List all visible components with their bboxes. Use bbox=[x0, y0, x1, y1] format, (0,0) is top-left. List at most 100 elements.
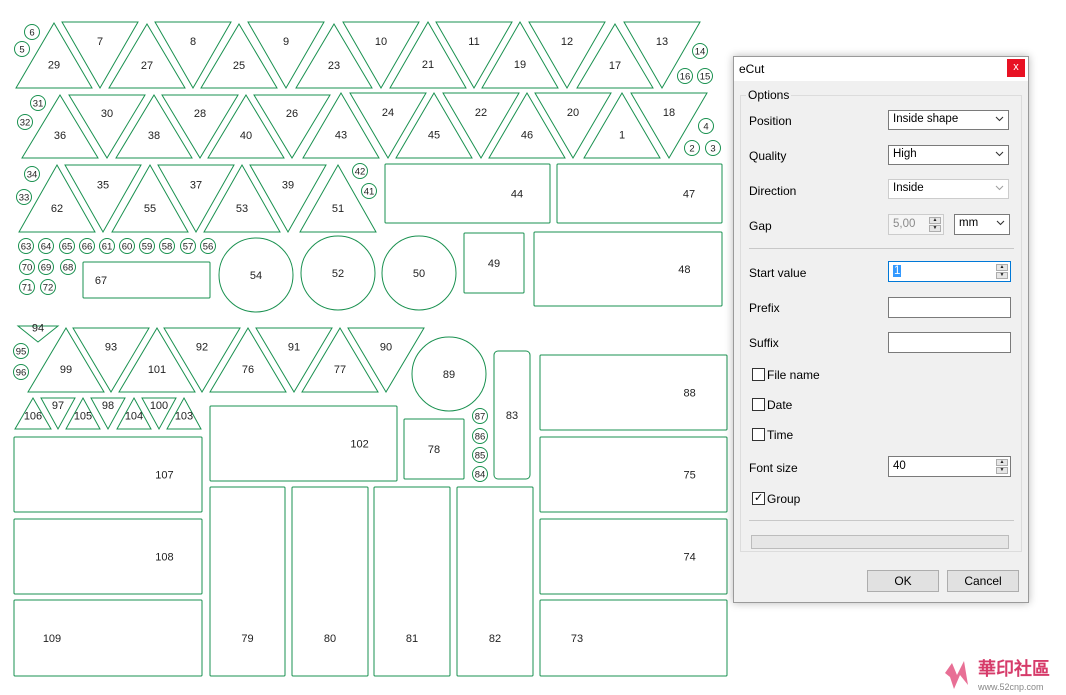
time-label: Time bbox=[767, 428, 794, 442]
shape-label: 17 bbox=[609, 60, 621, 72]
chevron-down-icon bbox=[996, 220, 1005, 226]
cut-shape[interactable] bbox=[539, 354, 728, 431]
small-circle-label: 6 bbox=[29, 28, 34, 39]
cut-shape[interactable] bbox=[61, 21, 139, 90]
start-up-icon[interactable]: ▲ bbox=[996, 264, 1008, 271]
group-label: Group bbox=[767, 492, 801, 506]
time-checkbox[interactable] bbox=[752, 428, 765, 441]
shape-label: 82 bbox=[489, 633, 501, 645]
small-circle-label: 66 bbox=[82, 242, 93, 253]
shape-label: 67 bbox=[95, 275, 107, 287]
start-down-icon[interactable]: ▼ bbox=[996, 272, 1008, 279]
shape-label: 8 bbox=[190, 36, 196, 48]
cut-shape[interactable] bbox=[539, 599, 728, 677]
small-circle-label: 71 bbox=[22, 283, 33, 294]
gap-value: 5,00 bbox=[893, 218, 916, 230]
small-circle-label: 60 bbox=[122, 242, 133, 253]
direction-label: Direction bbox=[749, 184, 797, 198]
gap-up-icon[interactable]: ▲ bbox=[929, 217, 941, 224]
ecut-dialog: eCut x Options Position Inside shape Qua… bbox=[733, 56, 1029, 603]
cut-shape[interactable] bbox=[154, 21, 232, 90]
font-size-down-icon[interactable]: ▼ bbox=[996, 467, 1008, 474]
small-circle-label: 63 bbox=[21, 242, 32, 253]
progress-bar bbox=[751, 535, 1009, 549]
shape-label: 47 bbox=[683, 189, 695, 201]
prefix-input[interactable] bbox=[888, 297, 1011, 318]
shape-label: 75 bbox=[683, 470, 695, 482]
cut-shape[interactable] bbox=[295, 23, 373, 89]
small-circle-label: 32 bbox=[20, 118, 31, 129]
cut-shape[interactable] bbox=[528, 21, 606, 90]
cut-shape[interactable] bbox=[291, 486, 369, 677]
cut-shape[interactable] bbox=[384, 163, 551, 224]
cancel-button[interactable]: Cancel bbox=[947, 570, 1019, 592]
gap-down-icon[interactable]: ▼ bbox=[929, 225, 941, 232]
start-value-stepper[interactable]: 1 ▲ ▼ bbox=[888, 261, 1011, 282]
dialog-title: eCut bbox=[739, 62, 765, 76]
shape-label: 7 bbox=[97, 36, 103, 48]
shape-label: 44 bbox=[511, 189, 523, 201]
cut-shape[interactable] bbox=[539, 518, 728, 595]
cut-shape[interactable] bbox=[27, 327, 105, 393]
cut-shape[interactable] bbox=[576, 23, 654, 89]
logo-mark-icon bbox=[945, 661, 968, 689]
small-circle-label: 58 bbox=[162, 242, 173, 253]
small-circle-label: 85 bbox=[475, 451, 486, 462]
cut-shape[interactable] bbox=[209, 405, 398, 482]
small-circle-label: 86 bbox=[475, 432, 486, 443]
position-value: Inside shape bbox=[893, 113, 959, 125]
cut-shape[interactable] bbox=[209, 486, 286, 677]
cut-shape[interactable] bbox=[533, 231, 723, 307]
quality-select[interactable]: High bbox=[888, 145, 1009, 165]
gap-stepper[interactable]: 5,00 ▲ ▼ bbox=[888, 214, 944, 235]
shape-label: 94 bbox=[32, 323, 44, 335]
date-checkbox[interactable] bbox=[752, 398, 765, 411]
font-size-value: 40 bbox=[893, 460, 906, 472]
file-name-checkbox[interactable] bbox=[752, 368, 765, 381]
cut-shape[interactable] bbox=[108, 23, 186, 89]
group-checkbox[interactable]: ✓ bbox=[752, 492, 765, 505]
cut-shape[interactable] bbox=[342, 21, 420, 90]
suffix-input[interactable] bbox=[888, 332, 1011, 353]
cut-shape[interactable] bbox=[583, 92, 661, 159]
shape-label: 25 bbox=[233, 60, 245, 72]
quality-value: High bbox=[893, 148, 917, 160]
cut-shape[interactable] bbox=[539, 436, 728, 513]
cut-shape[interactable] bbox=[556, 163, 723, 224]
close-button[interactable]: x bbox=[1007, 59, 1025, 77]
watermark-url: www.52cnp.com bbox=[977, 682, 1044, 692]
shape-label: 54 bbox=[250, 270, 262, 282]
small-circle-label: 96 bbox=[16, 368, 27, 379]
cut-shape[interactable] bbox=[13, 518, 203, 595]
shape-label: 108 bbox=[155, 552, 173, 564]
shape-label: 90 bbox=[380, 341, 392, 353]
font-size-stepper[interactable]: 40 ▲ ▼ bbox=[888, 456, 1011, 477]
direction-select[interactable]: Inside bbox=[888, 179, 1009, 199]
position-label: Position bbox=[749, 114, 792, 128]
cut-shape[interactable] bbox=[13, 436, 203, 513]
small-circle-label: 14 bbox=[695, 47, 706, 58]
shape-label: 28 bbox=[194, 108, 206, 120]
shape-label: 83 bbox=[506, 410, 518, 422]
position-select[interactable]: Inside shape bbox=[888, 110, 1009, 130]
cut-shape[interactable] bbox=[15, 22, 93, 89]
font-size-up-icon[interactable]: ▲ bbox=[996, 459, 1008, 466]
small-circle-label: 4 bbox=[703, 122, 708, 133]
ok-button[interactable]: OK bbox=[867, 570, 939, 592]
chevron-down-icon bbox=[995, 185, 1004, 191]
cut-shape[interactable] bbox=[373, 486, 451, 677]
cut-shape[interactable] bbox=[200, 23, 278, 89]
file-name-label: File name bbox=[767, 368, 820, 382]
shape-label: 91 bbox=[288, 341, 300, 353]
small-circle-label: 2 bbox=[689, 144, 694, 155]
cut-shape[interactable] bbox=[247, 21, 325, 90]
small-circle-label: 42 bbox=[355, 167, 366, 178]
cut-shape[interactable] bbox=[302, 92, 380, 159]
cut-shape[interactable] bbox=[630, 92, 708, 159]
shape-label: 76 bbox=[242, 364, 254, 376]
small-circle-label: 61 bbox=[102, 242, 113, 253]
options-group-label: Options bbox=[746, 88, 792, 102]
gap-unit-select[interactable]: mm bbox=[954, 214, 1010, 235]
cut-shape[interactable] bbox=[68, 94, 146, 159]
cut-shape[interactable] bbox=[456, 486, 534, 677]
